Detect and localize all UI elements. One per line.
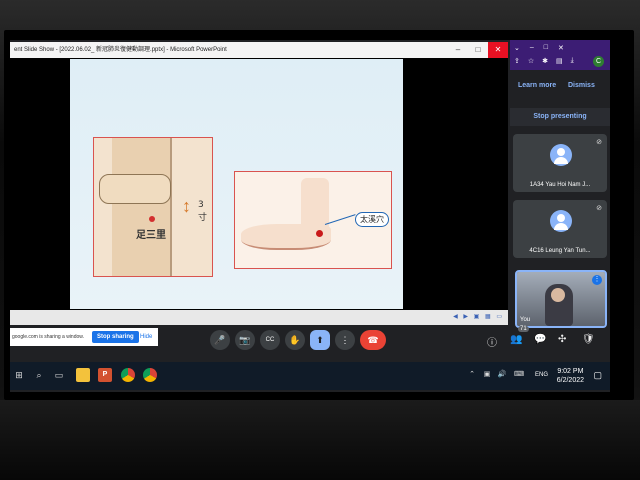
- zusanli-label: 足三里: [136, 230, 166, 241]
- cun-label: 3寸: [198, 200, 208, 223]
- host-controls-icon[interactable]: 🛡: [582, 334, 595, 345]
- leave-call-button[interactable]: ☎: [360, 330, 386, 350]
- task-view-icon[interactable]: ▭: [52, 368, 66, 382]
- raise-hand-button[interactable]: ✋: [285, 330, 305, 350]
- star-icon[interactable]: ☆: [528, 57, 534, 65]
- slide-canvas: 足三里 ↕ 3寸 太溪穴: [70, 59, 403, 309]
- maximize-button[interactable]: □: [468, 42, 488, 58]
- foot-drawing: [241, 224, 331, 250]
- info-icon[interactable]: ⓘ: [487, 334, 497, 349]
- foot-illustration: 太溪穴: [234, 171, 392, 269]
- captions-button[interactable]: CC: [260, 330, 280, 350]
- clock-time: 9:02 PM: [557, 368, 584, 375]
- network-icon[interactable]: ▣: [480, 368, 494, 382]
- language-indicator[interactable]: ENG: [535, 372, 548, 378]
- clock-date: 6/2/2022: [556, 377, 584, 384]
- slideshow-nav[interactable]: ◀ ▶ ▣ ▦ ▭: [453, 310, 504, 325]
- learn-more-link[interactable]: Learn more: [518, 82, 556, 89]
- more-options-button[interactable]: ⋮: [335, 330, 355, 350]
- chrome-icon[interactable]: [121, 368, 135, 382]
- acupoint-marker: [316, 230, 323, 237]
- camera-button[interactable]: 📷: [235, 330, 255, 350]
- powerpoint-icon[interactable]: P: [98, 368, 112, 382]
- puzzle-icon[interactable]: ✱: [542, 57, 548, 65]
- minimize-button[interactable]: –: [448, 42, 468, 58]
- share-icon[interactable]: ⇪: [514, 57, 520, 65]
- participant-tile[interactable]: ⊘ 4C16 Leung Yan Tun...: [513, 200, 607, 258]
- powerpoint-title-bar: ent Slide Show - [2022.06.02_ 新冠肺炎復健動調理.…: [10, 42, 508, 58]
- windows-start-icon[interactable]: ⊞: [12, 368, 26, 382]
- avatar: [550, 144, 572, 166]
- file-explorer-icon[interactable]: [76, 368, 90, 382]
- windows-taskbar: ⊞ ⌕ ▭ P ⌃ ▣ 🔊 ⌨ ENG 9:02 PM 6/2/2022 ▢: [10, 362, 610, 390]
- chat-icon[interactable]: 💬: [534, 334, 546, 345]
- mic-off-icon: ⊘: [596, 139, 602, 146]
- taskbar-clock[interactable]: 9:02 PM 6/2/2022: [557, 367, 584, 385]
- hand-drawing: [99, 174, 171, 204]
- activities-icon[interactable]: ✣: [558, 334, 566, 345]
- taixi-label: 太溪穴: [355, 212, 389, 227]
- profile-avatar[interactable]: C: [593, 56, 604, 67]
- search-icon[interactable]: ⌕: [32, 368, 46, 382]
- window-title: ent Slide Show - [2022.06.02_ 新冠肺炎復健動調理.…: [14, 47, 227, 53]
- close-icon[interactable]: ✕: [558, 44, 564, 52]
- meet-sidebar: ⌄ – □ ✕ ⇪ ☆ ✱ ▤ ⤓ C Learn more Dismiss S…: [510, 40, 610, 330]
- measure-arrow-icon: ↕: [182, 196, 191, 216]
- participant-tile[interactable]: ⊘ 1A34 Yau Hoi Nam J...: [513, 134, 607, 192]
- chrome-icon[interactable]: [143, 368, 157, 382]
- browser-tab-row: ⌄ – □ ✕: [514, 44, 564, 52]
- leg-drawing: [112, 138, 172, 276]
- slideshow-status-bar: ◀ ▶ ▣ ▦ ▭: [10, 310, 508, 325]
- volume-icon[interactable]: 🔊: [495, 368, 509, 382]
- meet-control-bar: 🎤 📷 CC ✋ ⬆ ⋮ ☎ ⓘ 👥 71 💬 ✣ 🛡: [10, 326, 610, 360]
- self-name: You: [520, 317, 531, 323]
- self-video-tile[interactable]: ⋮ You: [515, 270, 607, 328]
- microphone-button[interactable]: 🎤: [210, 330, 230, 350]
- notification-icon[interactable]: ▢: [593, 370, 602, 381]
- keyboard-icon[interactable]: ⌨: [512, 368, 526, 382]
- participant-count-badge: 71: [518, 326, 529, 332]
- audio-indicator-icon: ⋮: [592, 275, 602, 285]
- download-icon[interactable]: ⤓: [571, 57, 574, 65]
- stop-presenting-button[interactable]: Stop presenting: [510, 108, 610, 126]
- sidebar-icon[interactable]: ▤: [556, 57, 563, 65]
- powerpoint-window: ent Slide Show - [2022.06.02_ 新冠肺炎復健動調理.…: [10, 42, 508, 325]
- person-face: [551, 288, 565, 302]
- participant-name: 4C16 Leung Yan Tun...: [529, 248, 591, 254]
- participant-name: 1A34 Yau Hoi Nam J...: [529, 182, 591, 188]
- mic-off-icon: ⊘: [596, 205, 602, 212]
- monitor-screen: ent Slide Show - [2022.06.02_ 新冠肺炎復健動調理.…: [10, 40, 610, 392]
- chevron-up-icon[interactable]: ⌃: [465, 368, 479, 382]
- minimize-icon[interactable]: –: [530, 44, 534, 52]
- pointer-line: [324, 214, 356, 225]
- browser-extension-row: ⇪ ☆ ✱ ▤ ⤓: [514, 57, 574, 65]
- acupoint-marker: [149, 216, 155, 222]
- people-icon[interactable]: 👥: [510, 334, 522, 345]
- avatar: [550, 210, 572, 232]
- restore-icon[interactable]: □: [544, 44, 548, 52]
- close-button[interactable]: ✕: [488, 42, 508, 58]
- dismiss-button[interactable]: Dismiss: [568, 82, 595, 89]
- chevron-down-icon[interactable]: ⌄: [514, 44, 520, 52]
- desk-foreground: [0, 400, 640, 480]
- window-controls: – □ ✕: [448, 42, 508, 58]
- browser-toolbar: ⌄ – □ ✕ ⇪ ☆ ✱ ▤ ⤓ C: [510, 40, 610, 70]
- knee-illustration: 足三里 ↕ 3寸: [93, 137, 213, 277]
- present-button[interactable]: ⬆: [310, 330, 330, 350]
